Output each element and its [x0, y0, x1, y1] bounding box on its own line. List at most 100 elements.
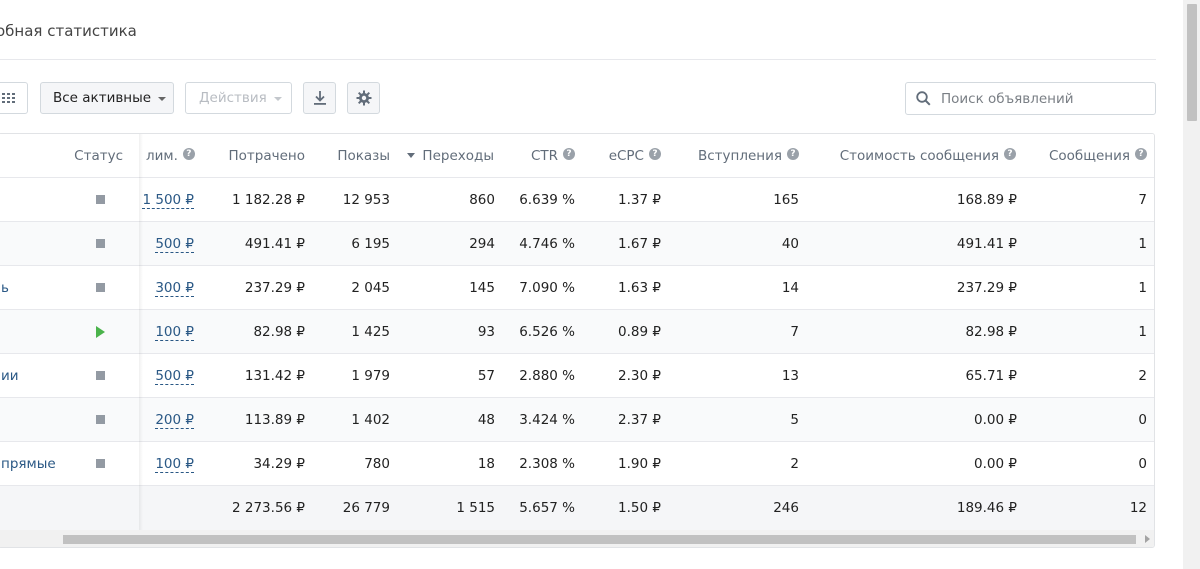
view-grid-button[interactable]	[0, 82, 28, 114]
header-joins[interactable]: Вступления?	[698, 134, 799, 178]
scroll-right-arrow-icon[interactable]	[1145, 535, 1150, 543]
limit-cell: 100 ₽	[155, 442, 194, 486]
ad-name-link[interactable]: ии	[1, 354, 19, 398]
cell-msg-cost: 0.00 ₽	[974, 412, 1017, 428]
limit-cell: 500 ₽	[155, 354, 194, 398]
table-row: 200 ₽ 113.89 ₽ 1 402 48 3.424 % 2.37 ₽ 5 0.00 ₽…	[0, 398, 1154, 442]
play-icon	[96, 326, 105, 338]
table-row: прямые 100 ₽ 34.29 ₽ 780 18 2.308 % 1.90 ₽ 2 0.0…	[0, 442, 1154, 486]
limit-cell: 300 ₽	[155, 266, 194, 310]
cell-messages: 1	[1138, 236, 1147, 252]
stop-icon	[96, 415, 105, 424]
header-ctr[interactable]: CTR?	[531, 134, 575, 178]
cell-ctr: 7.090 %	[519, 280, 575, 296]
limit-link[interactable]: 300 ₽	[155, 280, 194, 297]
cell-impressions: 2 045	[351, 280, 390, 296]
help-icon[interactable]: ?	[1004, 148, 1016, 160]
ad-name-link[interactable]: ь	[1, 266, 9, 310]
sort-desc-icon	[407, 152, 416, 158]
limit-link[interactable]: 500 ₽	[155, 368, 194, 385]
chevron-down-icon	[273, 97, 282, 101]
cell-joins: 2	[790, 456, 799, 472]
table-row: 100 ₽ 82.98 ₽ 1 425 93 6.526 % 0.89 ₽ 7 82.98 ₽…	[0, 310, 1154, 354]
download-button[interactable]	[303, 82, 336, 114]
cell-clicks: 18	[477, 456, 495, 472]
cell-msg-cost: 82.98 ₽	[965, 324, 1017, 340]
cell-messages: 7	[1138, 192, 1147, 208]
cell-clicks: 294	[469, 236, 495, 252]
gear-icon	[356, 90, 371, 106]
title-divider	[0, 59, 1156, 60]
table-row: 1 500 ₽ 1 182.28 ₽ 12 953 860 6.639 % 1.37 ₽ 1…	[0, 178, 1154, 222]
header-ecpc[interactable]: eCPC?	[609, 134, 661, 178]
help-icon[interactable]: ?	[1135, 148, 1147, 160]
total-ctr: 5.657 %	[519, 500, 575, 516]
cell-clicks: 860	[469, 192, 495, 208]
header-clicks[interactable]: Переходы	[407, 134, 494, 178]
horizontal-scrollbar[interactable]	[0, 530, 1154, 547]
limit-link[interactable]: 1 500 ₽	[142, 192, 194, 209]
status-cell[interactable]	[96, 398, 108, 442]
cell-spent: 131.42 ₽	[244, 368, 305, 384]
limit-link[interactable]: 100 ₽	[155, 324, 194, 341]
total-messages: 12	[1129, 500, 1147, 516]
header-impressions[interactable]: Показы	[337, 134, 390, 178]
cell-ecpc: 1.63 ₽	[618, 280, 661, 296]
help-icon[interactable]: ?	[787, 148, 799, 160]
limit-link[interactable]: 500 ₽	[155, 236, 194, 253]
table-row: ии 500 ₽ 131.42 ₽ 1 979 57 2.880 % 2.30 ₽ 13 65.…	[0, 354, 1154, 398]
status-cell[interactable]	[96, 310, 108, 354]
limit-link[interactable]: 200 ₽	[155, 412, 194, 429]
cell-msg-cost: 65.71 ₽	[965, 368, 1017, 384]
cell-messages: 0	[1138, 456, 1147, 472]
total-impressions: 26 779	[342, 500, 390, 516]
vertical-scrollbar[interactable]	[1183, 0, 1200, 569]
total-msg-cost: 189.46 ₽	[956, 500, 1017, 516]
help-icon[interactable]: ?	[563, 148, 575, 160]
actions-label: Действия	[199, 90, 267, 106]
ad-name-link[interactable]: прямые	[1, 442, 56, 486]
status-cell[interactable]	[96, 354, 108, 398]
table-header: Статус лим.? Потрачено Показы Переходы C…	[0, 134, 1154, 178]
header-msg-cost[interactable]: Стоимость сообщения?	[840, 134, 1016, 178]
search-input[interactable]	[941, 90, 1141, 107]
filter-dropdown[interactable]: Все активные	[40, 82, 174, 114]
vertical-scrollbar-thumb[interactable]	[1187, 4, 1197, 121]
header-limit[interactable]: лим.?	[146, 134, 195, 178]
total-spent: 2 273.56 ₽	[232, 500, 305, 516]
help-icon[interactable]: ?	[182, 148, 195, 160]
cell-ctr: 2.308 %	[519, 456, 575, 472]
stop-icon	[96, 239, 105, 248]
totals-row: 2 273.56 ₽ 26 779 1 515 5.657 % 1.50 ₽ 2…	[0, 486, 1154, 530]
header-messages[interactable]: Сообщения?	[1049, 134, 1147, 178]
help-icon[interactable]: ?	[649, 148, 661, 160]
limit-link[interactable]: 100 ₽	[155, 456, 194, 473]
cell-clicks: 57	[477, 368, 495, 384]
limit-cell: 1 500 ₽	[142, 178, 194, 222]
cell-impressions: 1 979	[351, 368, 390, 384]
cell-joins: 40	[781, 236, 799, 252]
cell-ecpc: 1.37 ₽	[618, 192, 661, 208]
cell-messages: 1	[1138, 280, 1147, 296]
status-cell[interactable]	[96, 178, 108, 222]
cell-impressions: 12 953	[342, 192, 390, 208]
settings-button[interactable]	[347, 82, 380, 114]
cell-clicks: 48	[477, 412, 495, 428]
cell-messages: 2	[1138, 368, 1147, 384]
download-icon	[313, 91, 326, 105]
cell-ecpc: 1.67 ₽	[618, 236, 661, 252]
status-cell[interactable]	[96, 442, 108, 486]
frozen-column-shadow	[139, 134, 143, 530]
stop-icon	[96, 283, 105, 292]
actions-dropdown[interactable]: Действия	[185, 82, 292, 114]
status-cell[interactable]	[96, 222, 108, 266]
status-cell[interactable]	[96, 266, 108, 310]
cell-spent: 113.89 ₽	[244, 412, 305, 428]
header-status[interactable]: Статус	[74, 134, 123, 178]
page-title: обная статистика	[0, 22, 137, 40]
cell-ctr: 6.526 %	[519, 324, 575, 340]
header-spent[interactable]: Потрачено	[229, 134, 306, 178]
horizontal-scrollbar-thumb[interactable]	[63, 535, 1136, 544]
search-box[interactable]	[905, 82, 1156, 115]
cell-ctr: 2.880 %	[519, 368, 575, 384]
